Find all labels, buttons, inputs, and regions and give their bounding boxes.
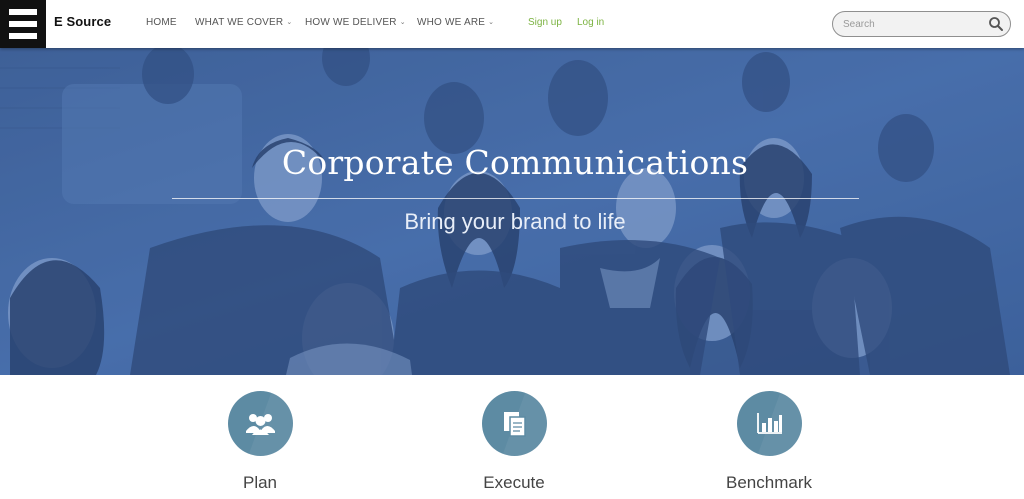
nav-home[interactable]: HOME xyxy=(146,17,177,28)
brand-name[interactable]: E Source xyxy=(54,14,111,29)
nav-what-we-cover[interactable]: WHAT WE COVER ⌄ xyxy=(195,17,292,28)
feature-circle[interactable] xyxy=(737,391,802,456)
chevron-down-icon: ⌄ xyxy=(399,19,406,26)
feature-execute[interactable]: Execute xyxy=(434,391,594,499)
search-input[interactable] xyxy=(843,16,983,32)
search-icon[interactable] xyxy=(988,16,1004,32)
chevron-down-icon: ⌄ xyxy=(286,19,293,26)
hero-divider xyxy=(172,198,859,199)
feature-circle[interactable] xyxy=(228,391,293,456)
search-box xyxy=(832,11,1011,37)
feature-label[interactable]: Benchmark xyxy=(689,473,849,493)
feature-plan[interactable]: Plan xyxy=(180,391,340,499)
site-header: E Source HOME WHAT WE COVER ⌄ HOW WE DELI… xyxy=(0,0,1024,48)
feature-benchmark[interactable]: Benchmark xyxy=(689,391,849,499)
feature-circle[interactable] xyxy=(482,391,547,456)
nav-how-we-deliver[interactable]: HOW WE DELIVER ⌄ xyxy=(305,17,406,28)
feature-label[interactable]: Plan xyxy=(180,473,340,493)
hamburger-menu-icon[interactable] xyxy=(0,0,46,48)
people-group-icon xyxy=(246,414,275,435)
bar-chart-icon xyxy=(757,413,782,434)
signup-link[interactable]: Sign up xyxy=(528,17,562,28)
login-link[interactable]: Log in xyxy=(577,17,604,28)
chevron-down-icon: ⌄ xyxy=(488,19,495,26)
feature-label[interactable]: Execute xyxy=(434,473,594,493)
hero-banner: Corporate Communications Bring your bran… xyxy=(0,48,1024,375)
documents-icon xyxy=(504,412,526,437)
hero-title: Corporate Communications xyxy=(281,143,749,182)
hero-subtitle: Bring your brand to life xyxy=(404,209,626,234)
nav-who-we-are[interactable]: WHO WE ARE ⌄ xyxy=(417,17,494,28)
